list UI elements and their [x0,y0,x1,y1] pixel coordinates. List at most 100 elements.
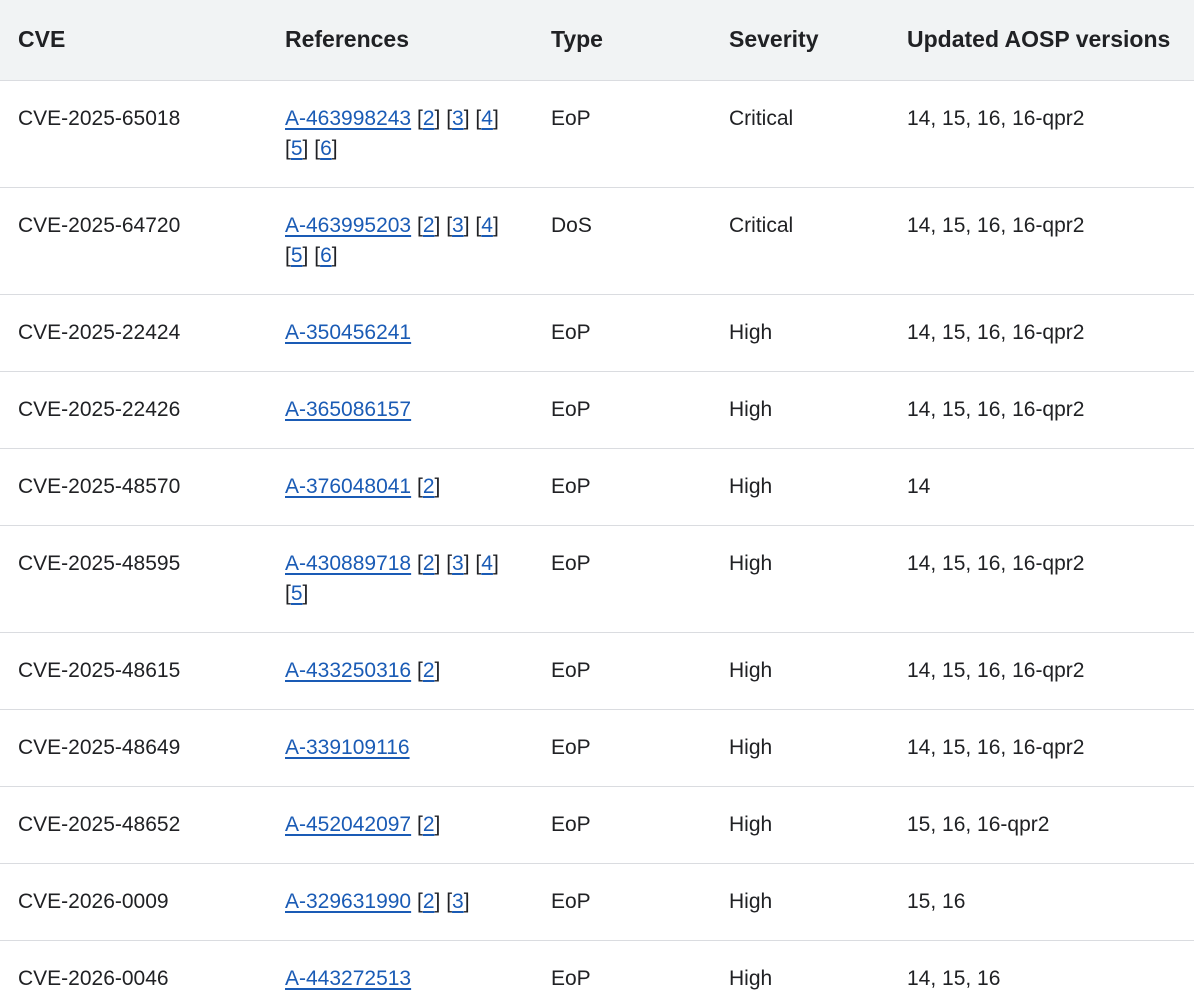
aosp-versions-cell: 14, 15, 16, 16-qpr2 [889,371,1194,449]
table-body: CVE-2025-65018 A-463998243 [2] [3] [4] [5… [0,80,1194,1000]
patch-link[interactable]: 5 [291,582,303,605]
reference-primary: A-329631990 [285,890,411,913]
aosp-versions-cell: 14, 15, 16, 16-qpr2 [889,80,1194,188]
cve-table: CVE References Type Severity Updated AOS… [0,0,1194,1000]
cve-id-cell: CVE-2025-48652 [0,786,267,864]
reference-extra: [3] [446,889,470,913]
bug-id-link[interactable]: A-463998243 [285,107,411,130]
reference-extra: [2] [416,213,441,237]
reference-extra: [2] [416,106,441,130]
vulnerability-type-cell: EoP [533,371,711,449]
references-cell: A-339109116 [267,709,533,787]
table-row: CVE-2025-48652 A-452042097 [2] EoP High 15, … [0,786,1194,864]
patch-link[interactable]: 3 [452,107,464,130]
vulnerability-type-cell: EoP [533,525,711,633]
patch-link[interactable]: 2 [423,890,435,913]
reference-extra: [6] [314,136,338,160]
severity-cell: High [711,709,889,787]
reference-primary: A-463995203 [285,214,411,237]
cve-id-cell: CVE-2025-48615 [0,632,267,710]
severity-cell: High [711,786,889,864]
patch-link[interactable]: 5 [291,244,303,267]
patch-link[interactable]: 6 [320,244,332,267]
cve-id-cell: CVE-2026-0046 [0,940,267,1000]
patch-link[interactable]: 2 [423,659,435,682]
reference-primary: A-443272513 [285,967,411,990]
reference-primary: A-430889718 [285,552,411,575]
cve-id-cell: CVE-2026-0009 [0,863,267,941]
bug-id-link[interactable]: A-430889718 [285,552,411,575]
cve-id-cell: CVE-2025-48649 [0,709,267,787]
severity-cell: High [711,525,889,633]
references-cell: A-443272513 [267,940,533,1000]
bug-id-link[interactable]: A-463995203 [285,214,411,237]
reference-extra: [4] [475,213,499,237]
severity-cell: Critical [711,187,889,295]
patch-link[interactable]: 6 [320,137,332,160]
reference-extra: [4] [475,106,499,130]
patch-link[interactable]: 5 [291,137,303,160]
reference-primary: A-350456241 [285,321,411,344]
header-updated-aosp-versions: Updated AOSP versions [889,0,1194,81]
header-references: References [267,0,533,81]
table-row: CVE-2025-48595 A-430889718 [2] [3] [4] [5… [0,525,1194,633]
cve-id-cell: CVE-2025-22424 [0,294,267,372]
patch-link[interactable]: 2 [423,107,435,130]
patch-link[interactable]: 3 [452,552,464,575]
reference-extra: [2] [416,889,441,913]
vulnerability-type-cell: EoP [533,709,711,787]
bug-id-link[interactable]: A-443272513 [285,967,411,990]
header-severity: Severity [711,0,889,81]
severity-cell: High [711,632,889,710]
reference-extra: [5] [285,581,309,605]
reference-extra: [4] [475,551,499,575]
cve-id-cell: CVE-2025-22426 [0,371,267,449]
references-cell: A-430889718 [2] [3] [4] [5] [267,525,533,633]
reference-primary: A-463998243 [285,107,411,130]
patch-link[interactable]: 2 [423,552,435,575]
table-row: CVE-2025-22424 A-350456241 EoP High 14, 15, … [0,294,1194,372]
severity-cell: High [711,448,889,526]
bug-id-link[interactable]: A-376048041 [285,475,411,498]
cve-id-cell: CVE-2025-48570 [0,448,267,526]
header-row: CVE References Type Severity Updated AOS… [0,0,1194,81]
bug-id-link[interactable]: A-365086157 [285,398,411,421]
reference-extra: [2] [416,551,441,575]
vulnerability-type-cell: EoP [533,448,711,526]
patch-link[interactable]: 4 [481,107,493,130]
reference-extra: [2] [416,474,441,498]
patch-link[interactable]: 2 [423,475,435,498]
patch-link[interactable]: 3 [452,214,464,237]
patch-link[interactable]: 2 [423,813,435,836]
bug-id-link[interactable]: A-350456241 [285,321,411,344]
patch-link[interactable]: 4 [481,214,493,237]
vulnerability-type-cell: EoP [533,632,711,710]
reference-extra: [2] [416,658,441,682]
bug-id-link[interactable]: A-329631990 [285,890,411,913]
aosp-versions-cell: 14, 15, 16, 16-qpr2 [889,187,1194,295]
vulnerability-type-cell: EoP [533,80,711,188]
aosp-versions-cell: 15, 16 [889,863,1194,941]
header-cve: CVE [0,0,267,81]
header-type: Type [533,0,711,81]
vulnerability-type-cell: EoP [533,940,711,1000]
reference-primary: A-339109116 [285,736,410,759]
references-cell: A-376048041 [2] [267,448,533,526]
table-row: CVE-2025-64720 A-463995203 [2] [3] [4] [5… [0,187,1194,295]
patch-link[interactable]: 3 [452,890,464,913]
aosp-versions-cell: 14, 15, 16, 16-qpr2 [889,525,1194,633]
table-row: CVE-2025-65018 A-463998243 [2] [3] [4] [5… [0,80,1194,188]
vulnerability-type-cell: EoP [533,294,711,372]
patch-link[interactable]: 2 [423,214,435,237]
cve-id-cell: CVE-2025-48595 [0,525,267,633]
table-row: CVE-2025-48649 A-339109116 EoP High 14, 15, … [0,709,1194,787]
bug-id-link[interactable]: A-339109116 [285,736,410,759]
reference-primary: A-376048041 [285,475,411,498]
severity-cell: High [711,863,889,941]
bug-id-link[interactable]: A-452042097 [285,813,411,836]
severity-cell: Critical [711,80,889,188]
patch-link[interactable]: 4 [481,552,493,575]
references-cell: A-350456241 [267,294,533,372]
vulnerability-type-cell: DoS [533,187,711,295]
bug-id-link[interactable]: A-433250316 [285,659,411,682]
